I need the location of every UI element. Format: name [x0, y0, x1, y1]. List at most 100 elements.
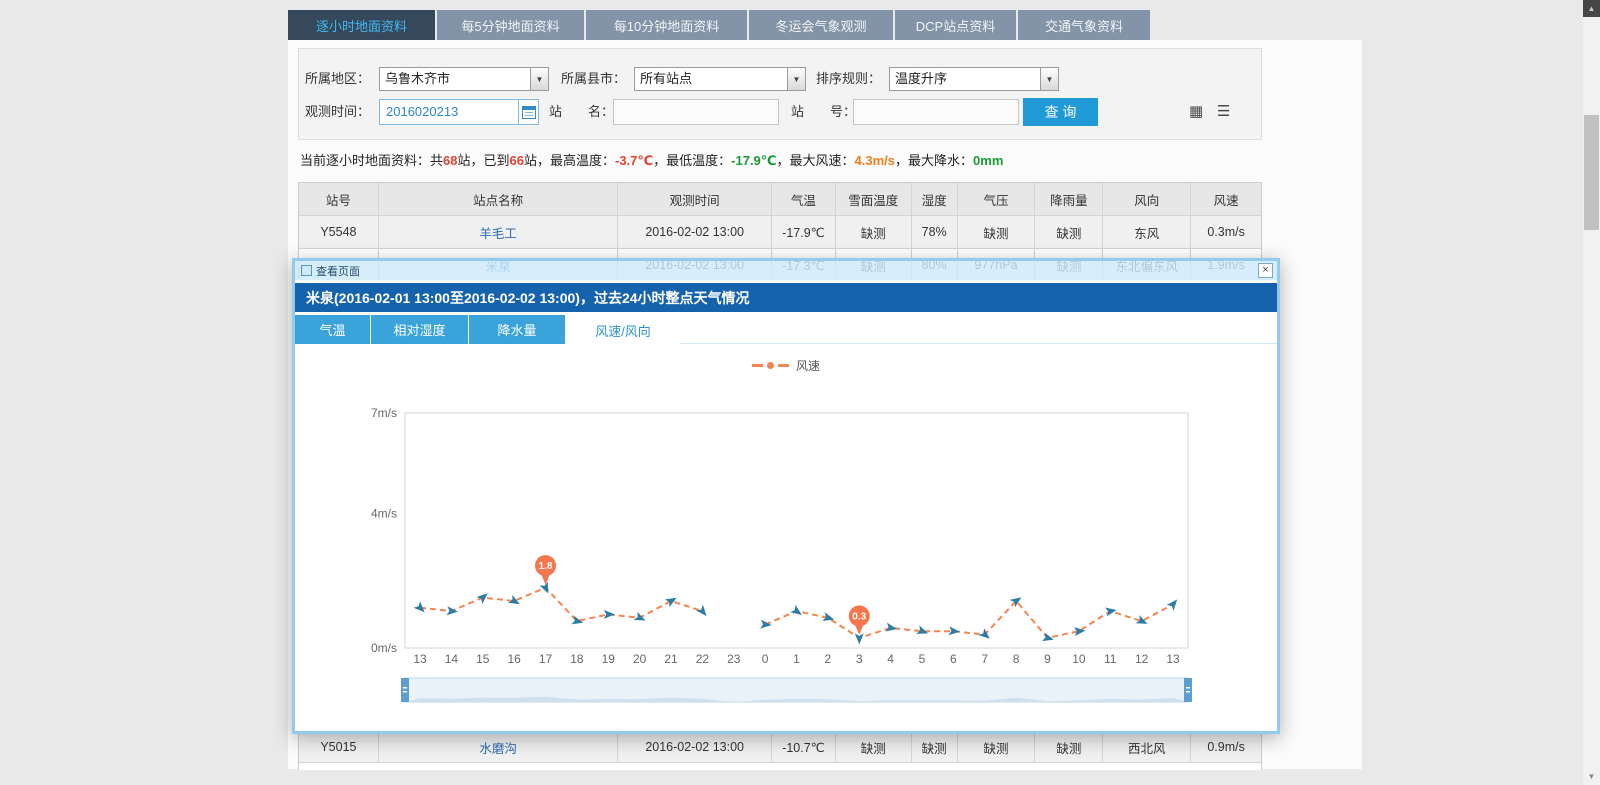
col-header: 湿度 [912, 183, 958, 216]
list-view-icon[interactable]: ☰ [1217, 103, 1230, 121]
view-page-dialog: 查看页面 × 米泉(2016-02-01 13:00至2016-02-02 13… [292, 258, 1280, 734]
svg-text:3: 3 [856, 652, 863, 666]
svg-text:7m/s: 7m/s [371, 406, 397, 420]
station-id: Y5015 [299, 732, 379, 763]
chevron-down-icon: ▼ [787, 68, 805, 90]
scroll-down-icon[interactable]: ▼ [1583, 768, 1600, 785]
table-header-row: 站号 站点名称 观测时间 气温 雪面温度 湿度 气压 降雨量 风向 风速 [299, 183, 1261, 216]
tab-humidity[interactable]: 相对湿度 [371, 315, 468, 344]
col-header: 雪面温度 [836, 183, 912, 216]
obs-time: 2016-02-02 13:00 [618, 216, 772, 249]
wind-speed-chart[interactable]: 0m/s4m/s7m/s1314151617181920212223012345… [295, 381, 1277, 726]
svg-text:14: 14 [445, 652, 459, 666]
svg-text:7: 7 [981, 652, 988, 666]
arrived-stations: 66 [510, 153, 524, 168]
svg-text:8: 8 [1013, 652, 1020, 666]
humidity: 缺测 [912, 732, 958, 763]
tab-precipitation[interactable]: 降水量 [469, 315, 565, 344]
query-button[interactable]: 查 询 [1023, 98, 1098, 126]
page-scrollbar[interactable]: ▲ ▼ [1583, 0, 1600, 785]
svg-text:4m/s: 4m/s [371, 507, 397, 521]
svg-text:12: 12 [1135, 652, 1149, 666]
region-select[interactable]: 乌鲁木齐市 ▼ [379, 67, 549, 91]
svg-text:1: 1 [793, 652, 800, 666]
svg-text:17: 17 [539, 652, 553, 666]
svg-text:15: 15 [476, 652, 490, 666]
tab-hourly-ground-data[interactable]: 逐小时地面资料 [288, 10, 435, 40]
tab-winter-games-obs[interactable]: 冬运会气象观测 [749, 10, 893, 40]
svg-text:5: 5 [919, 652, 926, 666]
svg-text:13: 13 [413, 652, 427, 666]
station-name-input[interactable] [613, 99, 779, 125]
wind-speed: 0.3m/s [1191, 216, 1261, 249]
svg-text:9: 9 [1044, 652, 1051, 666]
chart-legend[interactable]: 风速 [295, 357, 1277, 373]
close-icon[interactable]: × [1258, 263, 1273, 278]
calendar-button[interactable] [519, 99, 539, 125]
legend-dash [778, 364, 789, 367]
filter-panel: 所属地区： 乌鲁木齐市 ▼ 所属县市： 所有站点 ▼ 排序规则： 温度升序 ▼ … [298, 48, 1262, 140]
tab-temperature[interactable]: 气温 [295, 315, 370, 344]
tab-label: 逐小时地面资料 [316, 16, 407, 35]
rainfall: 缺测 [1035, 732, 1103, 763]
dialog-titlebar[interactable]: 查看页面 × [295, 261, 1277, 280]
station-name-link[interactable]: 水磨沟 [379, 732, 619, 763]
col-header: 降雨量 [1035, 183, 1103, 216]
temperature: -17.9℃ [772, 216, 836, 249]
sort-label: 排序规则： [816, 67, 881, 91]
tab-dcp-stations[interactable]: DCP站点资料 [895, 10, 1016, 40]
legend-dash [752, 364, 763, 367]
main-tab-bar: 逐小时地面资料 每5分钟地面资料 每10分钟地面资料 冬运会气象观测 DCP站点… [288, 10, 1152, 40]
svg-text:0.3: 0.3 [852, 611, 866, 622]
col-header: 观测时间 [618, 183, 772, 216]
temperature: -10.7℃ [772, 732, 836, 763]
svg-text:6: 6 [950, 652, 957, 666]
station-id: Y5548 [299, 216, 379, 249]
region-select-value: 乌鲁木齐市 [380, 68, 530, 90]
chart-header: 米泉(2016-02-01 13:00至2016-02-02 13:00)，过去… [295, 283, 1277, 312]
svg-text:16: 16 [507, 652, 521, 666]
tab-label: 气温 [319, 320, 345, 339]
svg-text:1.8: 1.8 [539, 561, 553, 572]
svg-text:19: 19 [602, 652, 616, 666]
tab-label: 每10分钟地面资料 [614, 16, 719, 35]
tab-label: 冬运会气象观测 [775, 16, 866, 35]
summary-line: 当前逐小时地面资料：共68站，已到66站，最高温度：-3.7℃，最低温度：-17… [300, 150, 1003, 169]
svg-text:20: 20 [633, 652, 647, 666]
max-rain: 0mm [973, 153, 1003, 168]
tab-5min-ground-data[interactable]: 每5分钟地面资料 [437, 10, 584, 40]
legend-dot-icon [767, 362, 774, 369]
wind-dir: 西北风 [1103, 732, 1191, 763]
partial-next-row [299, 763, 1261, 770]
region-label: 所属地区： [305, 67, 370, 91]
svg-text:0: 0 [762, 652, 769, 666]
snow-temp: 缺测 [836, 216, 912, 249]
obs-time: 2016-02-02 13:00 [618, 732, 772, 763]
svg-text:18: 18 [570, 652, 584, 666]
tab-10min-ground-data[interactable]: 每10分钟地面资料 [586, 10, 747, 40]
wind-dir: 东风 [1103, 216, 1191, 249]
station-id-input[interactable] [853, 99, 1019, 125]
max-wind: 4.3m/s [855, 153, 895, 168]
col-header: 风速 [1191, 183, 1261, 216]
sort-select-value: 温度升序 [890, 68, 1040, 90]
calendar-icon [522, 106, 536, 119]
scroll-up-icon[interactable]: ▲ [1583, 0, 1600, 17]
obs-time-input[interactable]: 2016020213 [379, 99, 519, 125]
scrollbar-thumb[interactable] [1584, 115, 1599, 230]
svg-text:2: 2 [825, 652, 832, 666]
grid-view-icon[interactable]: ▦ [1189, 103, 1203, 121]
tab-label: 风速/风向 [595, 321, 651, 340]
tab-traffic-weather[interactable]: 交通气象资料 [1018, 10, 1150, 40]
humidity: 78% [912, 216, 958, 249]
svg-text:0m/s: 0m/s [371, 641, 397, 655]
svg-text:22: 22 [696, 652, 710, 666]
sort-select[interactable]: 温度升序 ▼ [889, 67, 1059, 91]
table-row: Y5548 羊毛工 2016-02-02 13:00 -17.9℃ 缺测 78%… [299, 216, 1261, 249]
county-select[interactable]: 所有站点 ▼ [634, 67, 806, 91]
tab-label: 相对湿度 [393, 320, 445, 339]
tab-wind[interactable]: 风速/风向 [566, 315, 680, 345]
chevron-down-icon: ▼ [530, 68, 548, 90]
station-name-link[interactable]: 羊毛工 [379, 216, 619, 249]
svg-text:13: 13 [1166, 652, 1180, 666]
